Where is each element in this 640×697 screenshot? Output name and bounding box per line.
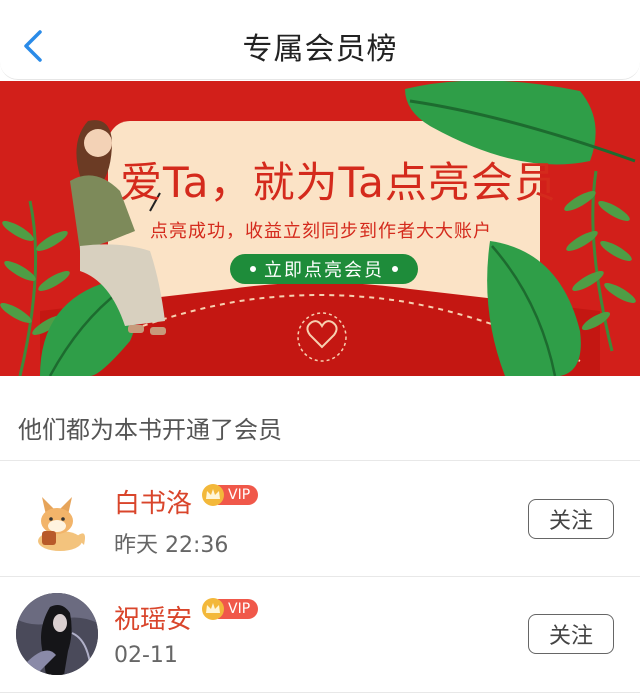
activate-membership-button[interactable]: 立即点亮会员 [230, 254, 418, 284]
vip-badge: VIP [202, 598, 259, 620]
heart-seal-icon [297, 312, 347, 362]
crown-icon [202, 484, 224, 506]
character-avatar-icon [16, 593, 98, 675]
avatar[interactable] [16, 593, 98, 675]
dot-icon [250, 266, 256, 272]
banner-illustration [0, 81, 640, 376]
section-title: 他们都为本书开通了会员 [18, 416, 282, 444]
follow-button[interactable]: 关注 [528, 499, 614, 539]
promo-banner[interactable]: 爱Ta，就为Ta点亮会员 点亮成功，收益立刻同步到作者大大账户 立即点亮会员 [0, 81, 640, 376]
dot-icon [392, 266, 398, 272]
divider [0, 692, 640, 693]
member-time: 昨天 22:36 [114, 533, 229, 558]
cta-label: 立即点亮会员 [264, 260, 384, 281]
member-row[interactable]: 祝瑶安 VIP 02-11 关注 [0, 577, 640, 692]
fox-avatar-icon [38, 497, 85, 551]
top-bar: 专属会员榜 [0, 0, 640, 80]
member-name[interactable]: 祝瑶安 [114, 599, 192, 636]
member-row[interactable]: 白书洛 VIP 昨天 22:36 关注 [0, 461, 640, 576]
member-time: 02-11 [114, 643, 178, 668]
vip-badge: VIP [202, 484, 259, 506]
member-name[interactable]: 白书洛 [114, 483, 192, 520]
avatar[interactable] [16, 479, 98, 561]
follow-button[interactable]: 关注 [528, 614, 614, 654]
page-title: 专属会员榜 [242, 32, 398, 67]
crown-icon [202, 598, 224, 620]
